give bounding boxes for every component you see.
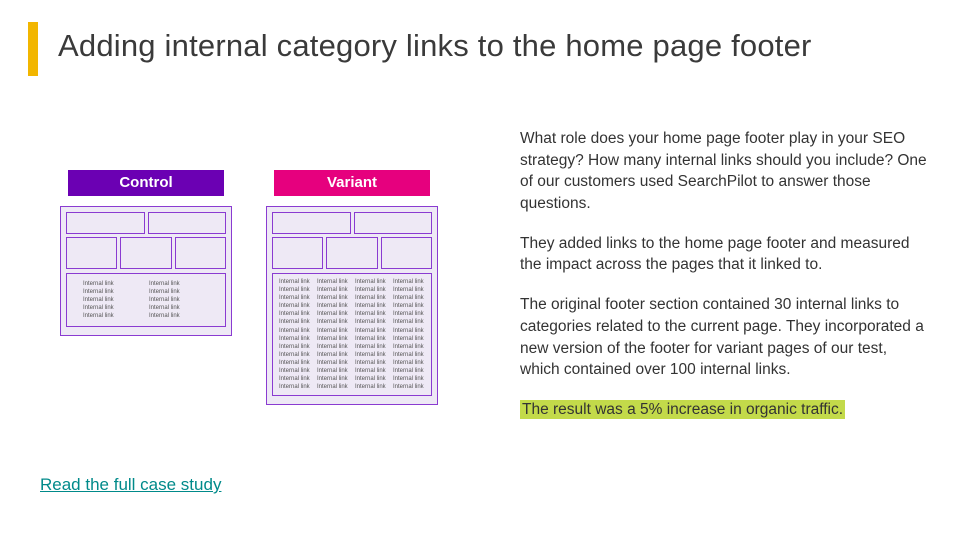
page-title: Adding internal category links to the ho… [58,28,812,64]
variant-label: Variant [274,170,430,196]
result-highlight: The result was a 5% increase in organic … [520,400,845,419]
paragraph-3: The original footer section contained 30… [520,294,930,381]
variant-frame: Internal linkInternal linkInternal linkI… [266,206,438,405]
read-case-study-link[interactable]: Read the full case study [40,475,221,495]
paragraph-4: The result was a 5% increase in organic … [520,399,930,421]
variant-mockup: Variant Internal linkInternal linkIntern… [266,170,438,405]
internal-link-text: Internal link [83,280,143,288]
paragraph-1: What role does your home page footer pla… [520,128,930,215]
control-mockup: Control Internal link Internal link Inte… [60,170,232,336]
variant-footer: Internal linkInternal linkInternal linkI… [272,273,432,396]
paragraph-2: They added links to the home page footer… [520,233,930,276]
control-footer: Internal link Internal link Internal lin… [66,273,226,327]
accent-bar [28,22,38,76]
mockups-column: Control Internal link Internal link Inte… [60,170,490,405]
body-text: What role does your home page footer pla… [520,128,930,439]
control-label: Control [68,170,224,196]
control-frame: Internal link Internal link Internal lin… [60,206,232,336]
